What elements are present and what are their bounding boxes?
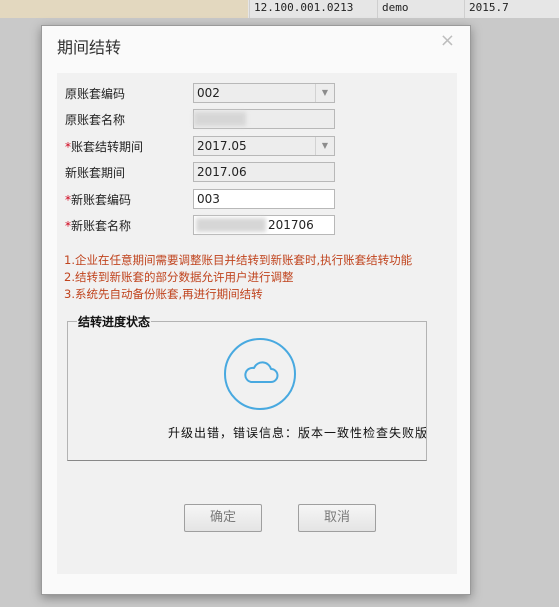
background-cell-ip: 12.100.001.0213 — [249, 0, 353, 18]
new-name-label: *新账套名称 — [65, 215, 185, 237]
orig-name-field — [193, 109, 335, 129]
instructions-list: 1.企业在任意期间需要调整账目并结转到新账套时,执行账套结转功能 2.结转到新账… — [64, 252, 412, 303]
orig-code-select[interactable]: 002 ▼ — [193, 83, 335, 103]
new-period-label: 新账套期间 — [65, 166, 126, 180]
instruction-item: 3.系统先自动备份账套,再进行期间结转 — [64, 287, 263, 301]
orig-name-label: 原账套名称 — [65, 113, 126, 127]
new-code-text-input[interactable] — [197, 192, 331, 206]
transfer-period-value: 2017.05 — [197, 139, 247, 153]
background-row-highlight — [0, 0, 248, 18]
chevron-down-icon[interactable]: ▼ — [315, 84, 334, 102]
background-table-row: 12.100.001.0213 demo 2015.7 — [0, 0, 559, 18]
instruction-item: 2.结转到新账套的部分数据允许用户进行调整 — [64, 270, 294, 284]
progress-legend: 结转进度状态 — [77, 313, 152, 330]
new-code-label-text: 新账套编码 — [71, 193, 132, 207]
dialog-title: 期间结转 — [57, 38, 122, 57]
cloud-status-ring — [224, 338, 296, 410]
transfer-progress-box: 结转进度状态 升级出错，错误信息：版本一致性检查失败版本一致 — [67, 313, 427, 461]
period-transfer-dialog: 期间结转 × 原账套编码 002 ▼ 原账套名称 *账套结转期间 2017.05… — [41, 25, 471, 595]
confirm-button[interactable]: 确定 — [184, 504, 262, 532]
new-period-value: 2017.06 — [197, 165, 247, 179]
close-icon[interactable]: × — [440, 30, 455, 51]
orig-code-label: 原账套编码 — [65, 87, 126, 101]
transfer-period-label: *账套结转期间 — [65, 136, 185, 158]
cloud-icon — [244, 361, 279, 383]
redacted-blur — [194, 112, 246, 126]
new-name-label-text: 新账套名称 — [71, 219, 132, 233]
redacted-blur — [196, 218, 266, 232]
error-message: 升级出错，错误信息：版本一致性检查失败版本一致 — [168, 426, 426, 440]
transfer-period-select[interactable]: 2017.05 ▼ — [193, 136, 335, 156]
new-name-input[interactable]: 201706 — [193, 215, 335, 235]
background-cell-year: 2015.7 — [464, 0, 509, 18]
cancel-button[interactable]: 取消 — [298, 504, 376, 532]
new-code-input[interactable] — [193, 189, 335, 209]
chevron-down-icon[interactable]: ▼ — [315, 137, 334, 155]
new-period-field: 2017.06 — [193, 162, 335, 182]
new-code-label: *新账套编码 — [65, 189, 185, 211]
orig-code-value: 002 — [197, 86, 220, 100]
background-cell-user: demo — [377, 0, 409, 18]
instruction-item: 1.企业在任意期间需要调整账目并结转到新账套时,执行账套结转功能 — [64, 253, 413, 267]
dialog-content-panel: 原账套编码 002 ▼ 原账套名称 *账套结转期间 2017.05 ▼ 新账套期… — [57, 73, 457, 574]
transfer-period-label-text: 账套结转期间 — [71, 140, 144, 154]
new-name-value: 201706 — [268, 218, 314, 232]
